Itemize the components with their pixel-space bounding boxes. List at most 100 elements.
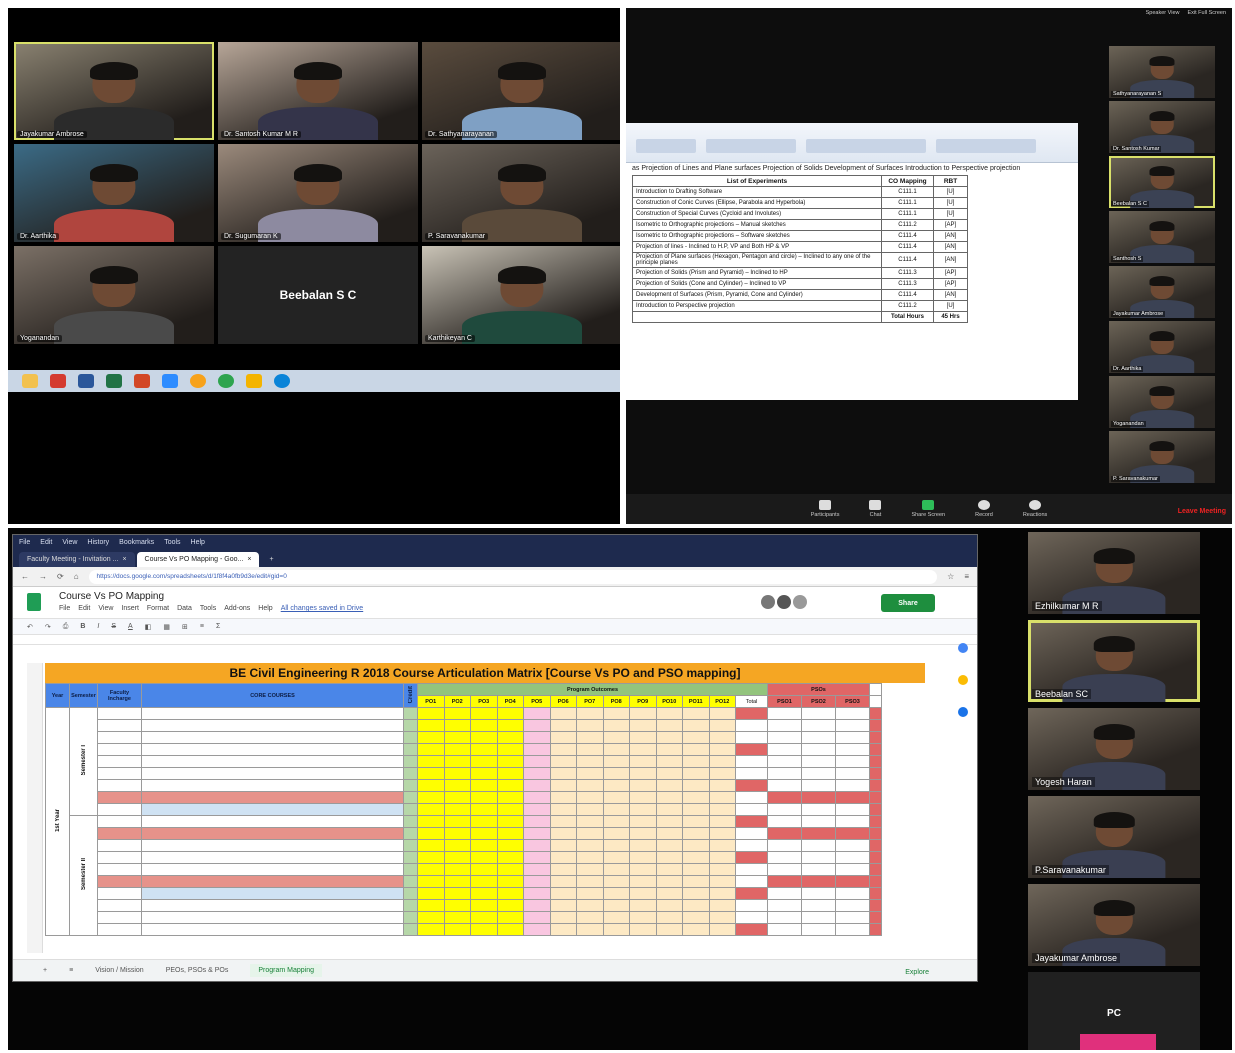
- course-cell[interactable]: [141, 827, 404, 840]
- participant-thumbnail[interactable]: Yoganandan: [1109, 376, 1215, 428]
- close-icon[interactable]: ×: [247, 556, 251, 563]
- pso-cell[interactable]: [835, 851, 870, 864]
- po-cell[interactable]: [417, 911, 445, 924]
- po-cell[interactable]: [523, 851, 551, 864]
- pso-cell[interactable]: [801, 899, 836, 912]
- pso-cell[interactable]: [767, 887, 802, 900]
- po-cell[interactable]: [602, 791, 630, 804]
- po-cell[interactable]: [629, 791, 657, 804]
- gallery-tile[interactable]: Dr. Aarthika: [14, 144, 214, 242]
- gallery-tile[interactable]: Jayakumar Ambrose: [14, 42, 214, 140]
- po-cell[interactable]: [735, 791, 768, 804]
- po-cell[interactable]: [417, 803, 445, 816]
- faculty-cell[interactable]: [97, 815, 142, 828]
- po-cell[interactable]: [602, 839, 630, 852]
- po-cell[interactable]: [470, 803, 498, 816]
- credit-cell[interactable]: [403, 791, 418, 804]
- collaborator-avatars[interactable]: [761, 595, 807, 609]
- po-cell[interactable]: [629, 899, 657, 912]
- po-cell[interactable]: [523, 827, 551, 840]
- url-input[interactable]: https://docs.google.com/spreadsheets/d/1…: [88, 569, 938, 584]
- participant-tile[interactable]: Yogesh Haran: [1028, 708, 1200, 790]
- credit-cell[interactable]: [403, 767, 418, 780]
- credit-cell[interactable]: [403, 719, 418, 732]
- po-cell[interactable]: [735, 899, 768, 912]
- po-cell[interactable]: [655, 863, 683, 876]
- back-icon[interactable]: ←: [21, 572, 29, 581]
- course-cell[interactable]: [141, 923, 404, 936]
- pso-cell[interactable]: [801, 791, 836, 804]
- po-cell[interactable]: [682, 815, 710, 828]
- tab-course-vs-po[interactable]: Course Vs PO Mapping - Goo... ×: [136, 552, 260, 567]
- po-cell[interactable]: [735, 827, 768, 840]
- po-cell[interactable]: [655, 923, 683, 936]
- po-cell[interactable]: [655, 839, 683, 852]
- credit-cell[interactable]: [403, 731, 418, 744]
- po-cell[interactable]: [549, 767, 577, 780]
- pso-cell[interactable]: [835, 779, 870, 792]
- po-cell[interactable]: [470, 899, 498, 912]
- pso-cell[interactable]: [835, 731, 870, 744]
- pso-cell[interactable]: [767, 899, 802, 912]
- po-cell[interactable]: [708, 779, 736, 792]
- pso-cell[interactable]: [835, 767, 870, 780]
- faculty-cell[interactable]: [97, 839, 142, 852]
- po-cell[interactable]: [708, 911, 736, 924]
- po-cell[interactable]: [417, 731, 445, 744]
- faculty-cell[interactable]: [97, 923, 142, 936]
- po-cell[interactable]: [443, 839, 471, 852]
- sheets-menu-item[interactable]: Help: [258, 605, 272, 612]
- browser-menu-item[interactable]: Help: [191, 539, 205, 546]
- po-cell[interactable]: [549, 827, 577, 840]
- faculty-cell[interactable]: [97, 743, 142, 756]
- po-cell[interactable]: [735, 875, 768, 888]
- po-cell[interactable]: [417, 815, 445, 828]
- po-cell[interactable]: [443, 923, 471, 936]
- credit-cell[interactable]: [403, 815, 418, 828]
- po-cell[interactable]: [549, 755, 577, 768]
- po-cell[interactable]: [735, 707, 768, 720]
- credit-cell[interactable]: [403, 851, 418, 864]
- participant-tile[interactable]: P.Saravanakumar: [1028, 796, 1200, 878]
- po-cell[interactable]: [470, 875, 498, 888]
- po-cell[interactable]: [708, 863, 736, 876]
- po-cell[interactable]: [682, 719, 710, 732]
- calendar-icon[interactable]: [958, 643, 968, 653]
- home-icon[interactable]: ⌂: [74, 572, 79, 581]
- fill-color-icon[interactable]: ◧: [145, 623, 152, 631]
- gallery-tile[interactable]: P. Saravanakumar: [422, 144, 620, 242]
- gallery-tile[interactable]: Dr. Sugumaran K: [218, 144, 418, 242]
- po-cell[interactable]: [708, 827, 736, 840]
- po-cell[interactable]: [549, 851, 577, 864]
- participant-thumbnail[interactable]: P. Saravanakumar: [1109, 431, 1215, 483]
- po-cell[interactable]: [735, 911, 768, 924]
- pso-cell[interactable]: [835, 791, 870, 804]
- po-cell[interactable]: [655, 911, 683, 924]
- pso-cell[interactable]: [767, 719, 802, 732]
- po-cell[interactable]: [443, 887, 471, 900]
- po-cell[interactable]: [602, 767, 630, 780]
- po-cell[interactable]: [735, 803, 768, 816]
- browser-menu-item[interactable]: Tools: [164, 539, 180, 546]
- pso-cell[interactable]: [801, 827, 836, 840]
- po-cell[interactable]: [576, 743, 604, 756]
- po-cell[interactable]: [470, 863, 498, 876]
- po-cell[interactable]: [708, 731, 736, 744]
- pso-cell[interactable]: [835, 719, 870, 732]
- pso-cell[interactable]: [767, 767, 802, 780]
- po-cell[interactable]: [629, 887, 657, 900]
- faculty-cell[interactable]: [97, 707, 142, 720]
- po-cell[interactable]: [682, 923, 710, 936]
- course-cell[interactable]: [141, 755, 404, 768]
- sheets-menu-item[interactable]: Insert: [121, 605, 139, 612]
- pso-cell[interactable]: [835, 707, 870, 720]
- po-cell[interactable]: [708, 815, 736, 828]
- po-cell[interactable]: [417, 707, 445, 720]
- po-cell[interactable]: [655, 815, 683, 828]
- sheets-logo-icon[interactable]: [27, 593, 41, 611]
- pso-cell[interactable]: [801, 731, 836, 744]
- po-cell[interactable]: [496, 887, 524, 900]
- sheets-menu-item[interactable]: View: [98, 605, 113, 612]
- course-cell[interactable]: [141, 707, 404, 720]
- po-cell[interactable]: [682, 839, 710, 852]
